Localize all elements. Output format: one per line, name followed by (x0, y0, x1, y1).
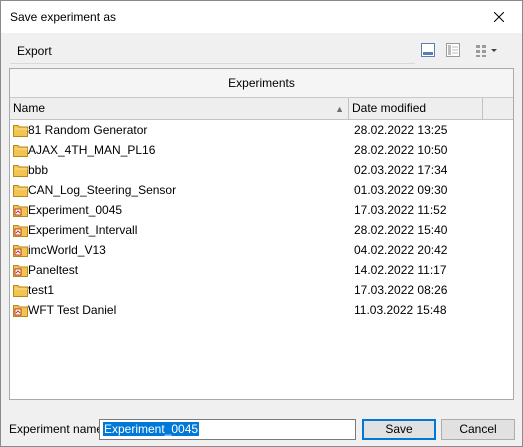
item-date: 28.02.2022 13:25 (354, 123, 448, 137)
experiments-panel: Experiments Name ▲ Date modified 81 Rand… (9, 68, 514, 400)
item-date: 17.03.2022 08:26 (354, 283, 448, 297)
experiment-folder-icon (13, 265, 28, 277)
cancel-button[interactable]: Cancel (441, 419, 515, 440)
dialog-title: Save experiment as (10, 10, 117, 24)
folder-icon (13, 185, 28, 197)
item-date: 02.03.2022 17:34 (354, 163, 448, 177)
folder-icon (13, 165, 28, 177)
list-item[interactable]: CAN_Log_Steering_Sensor 01.03.2022 09:30 (10, 180, 513, 200)
item-date: 14.02.2022 11:17 (354, 263, 447, 277)
experiment-folder-icon (13, 205, 28, 217)
item-date: 11.03.2022 15:48 (354, 303, 447, 317)
panel-header: Experiments (10, 69, 513, 98)
view-options-button[interactable] (475, 42, 501, 58)
toolbar: Export (1, 33, 522, 67)
sort-ascending-icon: ▲ (335, 104, 344, 114)
list-item[interactable]: test1 17.03.2022 08:26 (10, 280, 513, 300)
item-name: test1 (28, 283, 55, 297)
experiment-name-label: Experiment name (9, 422, 104, 436)
close-icon (494, 12, 504, 22)
list-item[interactable]: imcWorld_V13 04.02.2022 20:42 (10, 240, 513, 260)
item-name: bbb (28, 163, 49, 177)
experiment-name-input[interactable]: Experiment_0045 (99, 419, 356, 440)
save-button[interactable]: Save (362, 419, 436, 440)
item-date: 04.02.2022 20:42 (354, 243, 448, 257)
export-menu[interactable]: Export (17, 44, 52, 58)
list-item[interactable]: bbb 02.03.2022 17:34 (10, 160, 513, 180)
item-name: imcWorld_V13 (28, 243, 106, 257)
save-dialog: Save experiment as Export Experiments Na… (0, 0, 523, 447)
experiment-list: 81 Random Generator 28.02.2022 13:25 AJA… (10, 120, 513, 320)
experiment-folder-icon (13, 305, 28, 317)
item-name: CAN_Log_Steering_Sensor (28, 183, 177, 197)
folder-icon (13, 285, 28, 297)
item-name: Paneltest (28, 263, 79, 277)
details-view-icon (421, 43, 435, 57)
preview-pane-button[interactable] (445, 42, 463, 58)
details-view-button[interactable] (420, 42, 438, 58)
column-name-label: Name (13, 101, 46, 115)
folder-icon (13, 125, 28, 137)
item-name: Experiment_0045 (28, 203, 123, 217)
list-item[interactable]: 81 Random Generator 28.02.2022 13:25 (10, 120, 513, 140)
folder-icon (13, 145, 28, 157)
list-view-icon (476, 45, 497, 57)
item-date: 28.02.2022 15:40 (354, 223, 448, 237)
column-date-label: Date modified (352, 101, 427, 115)
list-item[interactable]: Experiment_Intervall 28.02.2022 15:40 (10, 220, 513, 240)
item-name: 81 Random Generator (28, 123, 148, 137)
column-header-filler (483, 98, 513, 120)
toolbar-divider (10, 63, 415, 64)
list-item[interactable]: Experiment_0045 17.03.2022 11:52 (10, 200, 513, 220)
item-date: 28.02.2022 10:50 (354, 143, 448, 157)
list-item[interactable]: WFT Test Daniel 11.03.2022 15:48 (10, 300, 513, 320)
item-name: AJAX_4TH_MAN_PL16 (28, 143, 156, 157)
experiment-name-value: Experiment_0045 (103, 422, 200, 436)
list-item[interactable]: AJAX_4TH_MAN_PL16 28.02.2022 10:50 (10, 140, 513, 160)
item-date: 17.03.2022 11:52 (354, 203, 447, 217)
list-item[interactable]: Paneltest 14.02.2022 11:17 (10, 260, 513, 280)
item-date: 01.03.2022 09:30 (354, 183, 448, 197)
experiment-folder-icon (13, 245, 28, 257)
item-name: Experiment_Intervall (28, 223, 138, 237)
column-header-date[interactable]: Date modified (349, 98, 483, 120)
column-header-name[interactable]: Name ▲ (10, 98, 349, 120)
experiment-folder-icon (13, 225, 28, 237)
item-name: WFT Test Daniel (28, 303, 117, 317)
close-button[interactable] (476, 1, 522, 33)
title-bar: Save experiment as (1, 1, 522, 33)
preview-pane-icon (446, 43, 460, 57)
